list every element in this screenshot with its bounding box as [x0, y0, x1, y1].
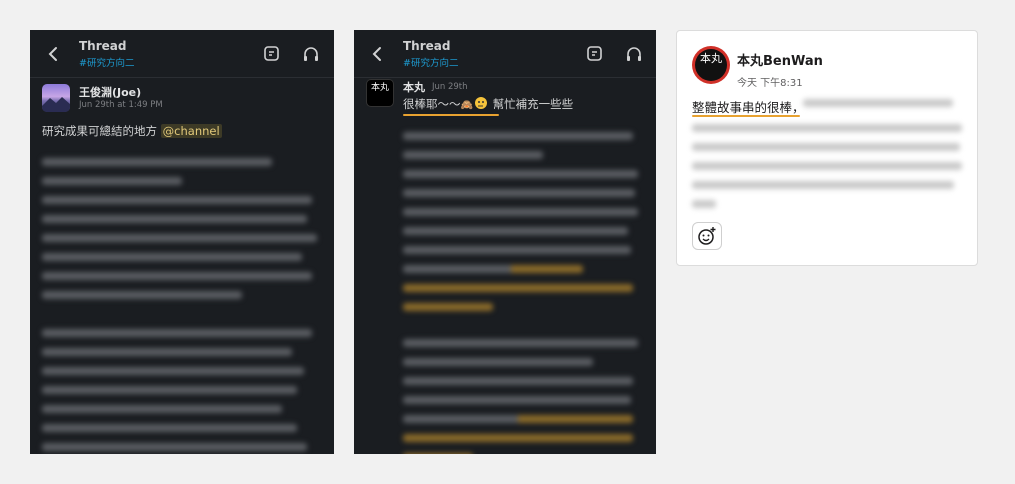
avatar[interactable]: 本丸 — [366, 79, 394, 107]
emoji: 🙈 — [460, 100, 473, 111]
header-divider — [354, 77, 656, 78]
message-author[interactable]: 本丸BenWan — [737, 50, 823, 69]
message-card: 本丸 本丸BenWan 今天 下午8:31 整體故事串的很棒， — [676, 30, 978, 266]
message-text: 整體故事串的很棒， — [692, 100, 805, 115]
message-text: 很棒耶～～🙈 幫忙補充一些些 — [403, 96, 573, 112]
message-author[interactable]: 王俊淵(Joe) — [79, 84, 141, 100]
back-chevron-icon[interactable] — [368, 42, 386, 66]
thread-panel-benwan: Thread #研究方向二 本丸 本丸 Jun 29th 很棒耶～～🙈 幫忙補充… — [354, 30, 656, 454]
blurred-content — [42, 158, 322, 454]
message-timestamp[interactable]: 今天 下午8:31 — [737, 74, 803, 89]
message-body: 很棒耶～～ — [403, 97, 461, 111]
thinking-face-icon — [474, 97, 487, 109]
canvas-note-icon[interactable] — [262, 44, 282, 64]
avatar-landscape-icon — [42, 97, 70, 112]
avatar[interactable] — [42, 84, 70, 112]
thread-title: Thread — [403, 39, 451, 53]
avatar-text: 本丸 — [695, 49, 727, 81]
thread-channel-link[interactable]: #研究方向二 — [403, 55, 458, 69]
blurred-content — [692, 124, 967, 219]
thread-channel-link[interactable]: #研究方向二 — [79, 55, 134, 69]
highlight-underline — [403, 114, 499, 116]
highlight-underline — [692, 115, 800, 117]
header-divider — [30, 77, 334, 78]
thread-header: Thread #研究方向二 — [30, 30, 334, 78]
message-timestamp[interactable]: Jun 29th — [432, 82, 468, 92]
headphones-icon[interactable] — [624, 44, 644, 64]
blurred-content — [803, 99, 968, 118]
thread-panel-joe: Thread #研究方向二 王俊淵(Joe) Jun 29th at 1:49 … — [30, 30, 334, 454]
thread-title: Thread — [79, 39, 127, 53]
canvas-note-icon[interactable] — [585, 44, 605, 64]
message-timestamp[interactable]: Jun 29th at 1:49 PM — [79, 100, 163, 110]
message-author[interactable]: 本丸 — [403, 79, 425, 95]
blurred-content — [403, 132, 643, 454]
back-chevron-icon[interactable] — [44, 42, 62, 66]
avatar-text: 本丸 — [370, 83, 389, 93]
thread-header: Thread #研究方向二 — [354, 30, 656, 78]
add-reaction-button[interactable] — [692, 222, 722, 250]
channel-mention[interactable]: @channel — [160, 124, 222, 138]
message-body: 研究成果可總結的地方 — [42, 124, 161, 138]
add-reaction-icon — [698, 227, 716, 245]
avatar[interactable]: 本丸 — [692, 46, 730, 84]
message-body-continued: 幫忙補充一些些 — [488, 97, 574, 111]
message-text: 研究成果可總結的地方 @channel — [42, 123, 222, 139]
headphones-icon[interactable] — [301, 44, 321, 64]
